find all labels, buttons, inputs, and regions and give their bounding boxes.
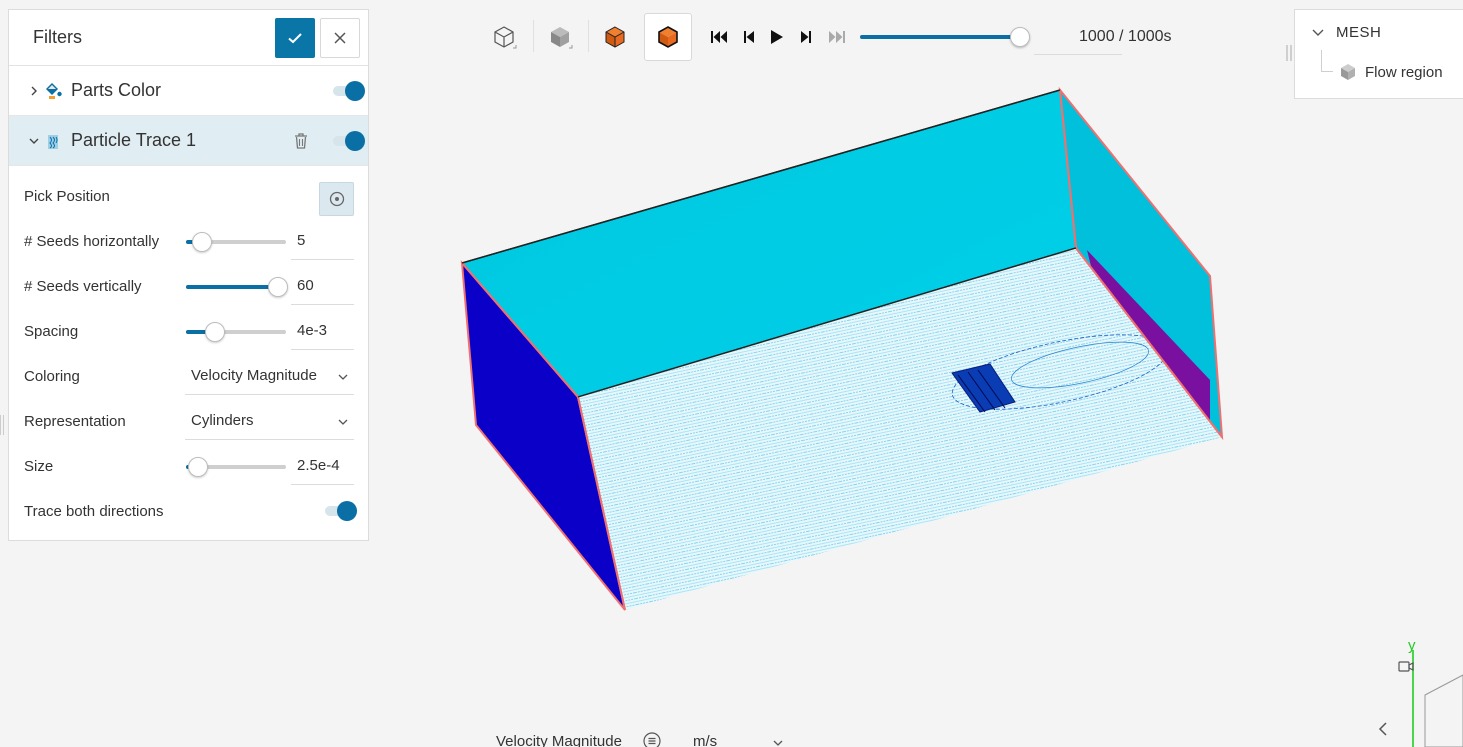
prop-coloring: Coloring Velocity Magnitude — [9, 354, 370, 399]
parts-color-toggle[interactable] — [333, 81, 365, 101]
apply-button[interactable] — [275, 18, 315, 58]
prop-label: Representation — [24, 413, 126, 430]
prop-spacing: Spacing 4e-3 — [9, 309, 370, 354]
prop-size: Size 2.5e-4 — [9, 444, 370, 489]
filter-item-particle-trace[interactable]: Particle Trace 1 — [9, 116, 368, 166]
cube-orange-icon — [605, 26, 625, 48]
particle-trace-toggle[interactable] — [333, 131, 365, 151]
trash-icon[interactable] — [292, 131, 310, 151]
seeds-horizontally-value[interactable]: 5 — [297, 232, 305, 249]
skip-end-icon — [829, 31, 845, 43]
chevron-down-icon[interactable] — [337, 415, 349, 427]
panel-resize-handle[interactable] — [0, 415, 4, 435]
filter-item-label: Parts Color — [71, 80, 162, 100]
step-forward-button[interactable] — [796, 27, 816, 47]
step-back-button[interactable] — [739, 27, 759, 47]
chevron-down-icon[interactable] — [772, 736, 784, 747]
target-icon — [329, 191, 344, 207]
slider-thumb[interactable] — [205, 322, 225, 342]
prop-pick-position: Pick Position — [9, 174, 370, 219]
pick-position-button[interactable] — [319, 182, 354, 216]
axes-gizmo[interactable]: y — [1370, 630, 1463, 747]
particle-trace-icon — [43, 131, 63, 151]
filter-item-parts-color[interactable]: Parts Color — [9, 66, 368, 116]
prop-representation: Representation Cylinders — [9, 399, 370, 444]
mesh-item-flow-region[interactable]: Flow region — [1365, 64, 1443, 81]
prop-label: Spacing — [24, 323, 79, 340]
skip-to-end-button — [826, 27, 846, 47]
size-slider[interactable] — [186, 457, 286, 477]
time-slider-thumb[interactable] — [1010, 27, 1030, 47]
play-button[interactable] — [767, 27, 787, 47]
chevron-down-icon[interactable] — [1311, 26, 1325, 40]
cube-outline-orange-icon — [658, 26, 678, 48]
legend-label: Velocity Magnitude — [496, 733, 622, 747]
slider-thumb[interactable] — [192, 232, 212, 252]
prop-seeds-horizontally: # Seeds horizontally 5 — [9, 219, 370, 264]
mesh-panel-drag-handle[interactable] — [1286, 45, 1292, 61]
prop-label: # Seeds horizontally — [24, 233, 160, 250]
slider-thumb[interactable] — [188, 457, 208, 477]
view-solid-button[interactable] — [536, 13, 584, 61]
view-wireframe-button[interactable] — [480, 13, 528, 61]
prop-label: Trace both directions — [24, 503, 164, 520]
viewport-3d[interactable] — [440, 80, 1240, 620]
step-back-icon — [744, 31, 754, 43]
chevron-down-icon[interactable] — [337, 370, 349, 382]
play-icon — [771, 30, 783, 44]
prop-label: Size — [24, 458, 54, 475]
skip-to-start-button[interactable] — [710, 27, 730, 47]
prop-label: Coloring — [24, 368, 80, 385]
skip-start-icon — [711, 31, 727, 43]
chevron-down-icon[interactable] — [27, 134, 41, 148]
seeds-horizontally-slider[interactable] — [186, 232, 286, 252]
trace-both-toggle[interactable] — [325, 501, 357, 521]
seeds-vertically-slider[interactable] — [186, 277, 288, 297]
chevron-left-icon[interactable] — [1378, 722, 1387, 736]
y-axis-label: y — [1408, 637, 1416, 654]
step-forward-icon — [801, 31, 811, 43]
filters-header: Filters — [9, 10, 368, 66]
seeds-vertically-value[interactable]: 60 — [297, 277, 314, 294]
view-surface-edges-button[interactable] — [591, 13, 639, 61]
prop-trace-both: Trace both directions — [9, 489, 370, 534]
camera-icon[interactable] — [1398, 661, 1414, 672]
prop-label: # Seeds vertically — [24, 278, 142, 295]
cube-icon — [1339, 62, 1357, 82]
check-icon — [288, 33, 302, 44]
spacing-value[interactable]: 4e-3 — [297, 322, 327, 339]
prop-seeds-vertically: # Seeds vertically 60 — [9, 264, 370, 309]
cube-outline-icon — [494, 26, 517, 49]
representation-select[interactable]: Cylinders — [191, 412, 254, 429]
filters-panel: Filters Parts Color Particle Trace 1 Pic… — [8, 9, 369, 541]
filter-item-label: Particle Trace 1 — [71, 130, 197, 150]
mesh-panel: MESH Flow region — [1294, 9, 1463, 99]
prop-label: Pick Position — [24, 188, 110, 205]
chevron-right-icon[interactable] — [27, 84, 41, 98]
mesh-title: MESH — [1336, 24, 1382, 41]
filters-title: Filters — [33, 27, 82, 47]
paint-bucket-icon — [43, 81, 63, 101]
menu-icon[interactable] — [643, 732, 661, 747]
size-value[interactable]: 2.5e-4 — [297, 457, 340, 474]
slider-thumb[interactable] — [268, 277, 288, 297]
time-display[interactable]: 1000 / 1000s — [1079, 28, 1172, 46]
unit-select[interactable]: m/s — [693, 733, 717, 747]
time-slider[interactable] — [860, 27, 1030, 47]
cube-solid-icon — [551, 27, 573, 49]
spacing-slider[interactable] — [186, 322, 286, 342]
close-button[interactable] — [320, 18, 360, 58]
coloring-select[interactable]: Velocity Magnitude — [191, 367, 317, 384]
close-icon — [334, 32, 346, 44]
view-surface-outline-button[interactable] — [644, 13, 692, 61]
